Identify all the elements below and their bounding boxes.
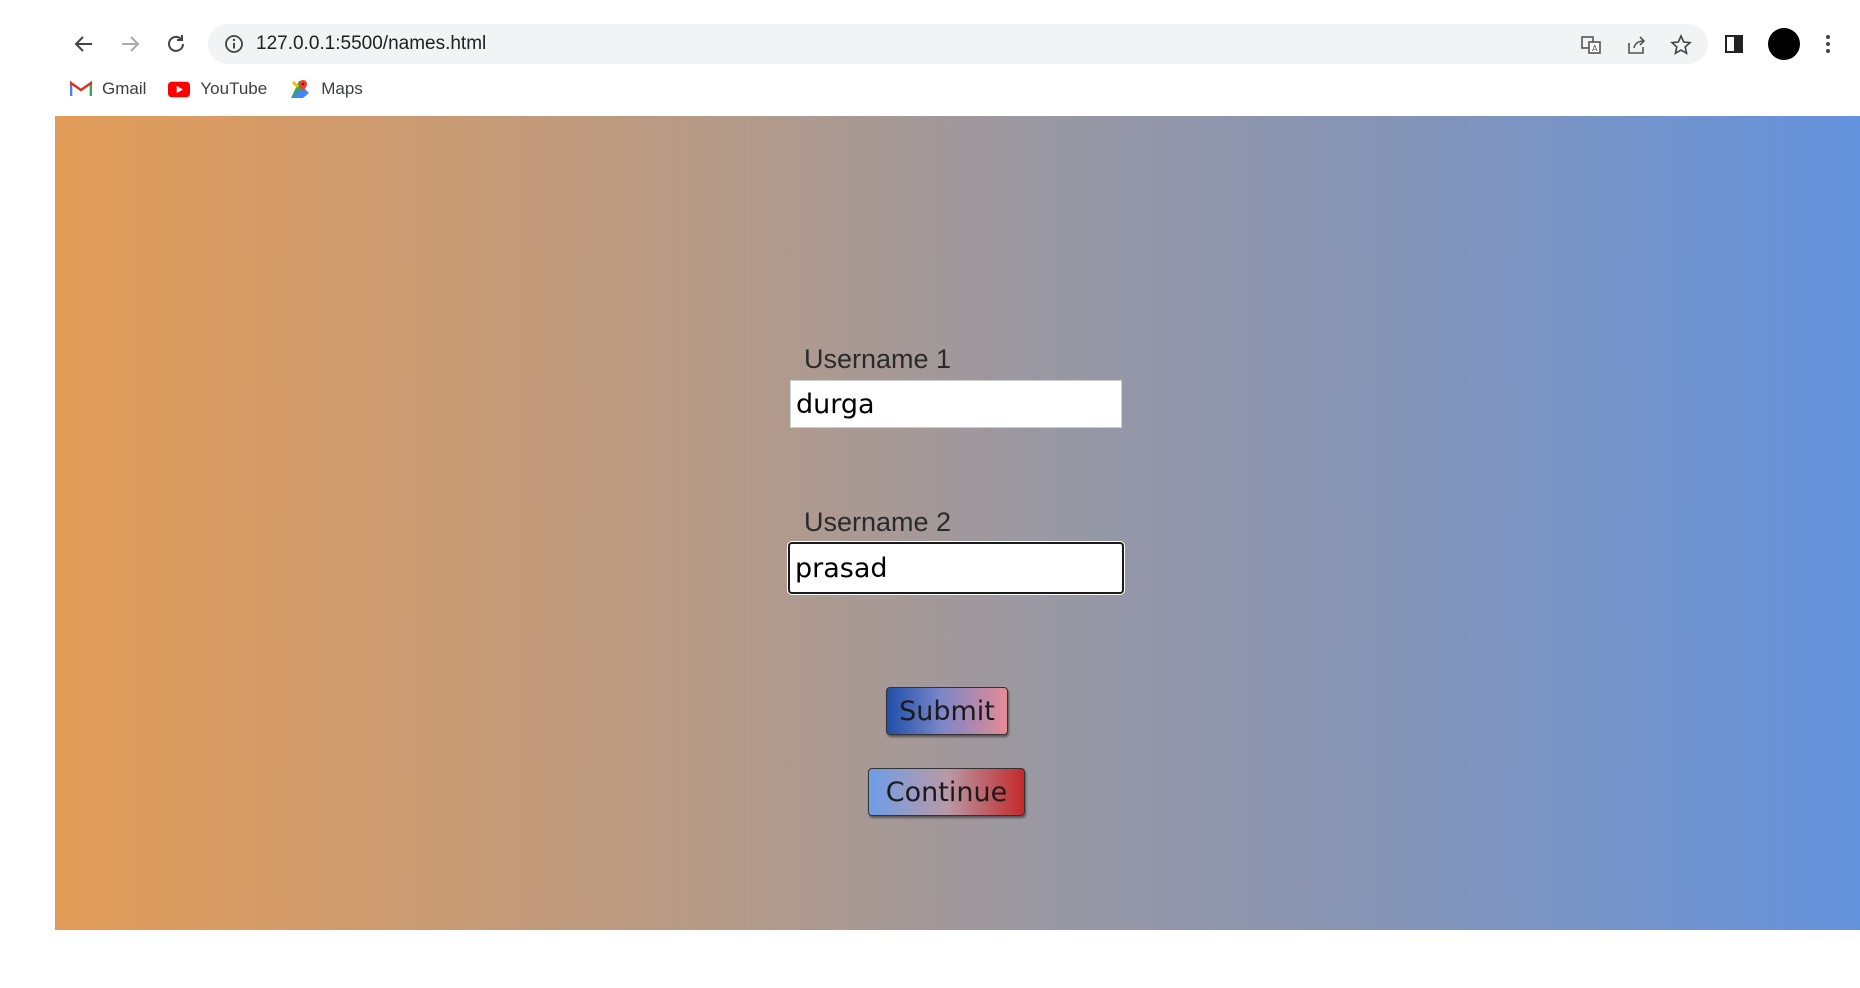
username2-label: Username 2 [804, 507, 952, 537]
bookmark-label: YouTube [200, 79, 268, 98]
url-text[interactable]: 127.0.0.1:5500/names.html [256, 34, 486, 54]
bookmark-youtube[interactable]: YouTube [168, 78, 267, 100]
bookmark-maps[interactable]: Maps [289, 78, 363, 100]
back-arrow-icon [74, 36, 92, 52]
address-bar[interactable]: 127.0.0.1:5500/names.html A [208, 24, 1708, 64]
side-panel-icon[interactable] [1718, 26, 1750, 62]
bookmark-gmail[interactable]: Gmail [70, 78, 146, 100]
continue-button[interactable]: Continue [868, 768, 1025, 816]
bookmarks-bar: Gmail YouTube Maps [70, 76, 385, 102]
profile-avatar[interactable] [1768, 28, 1800, 60]
bookmark-star-icon[interactable] [1670, 34, 1692, 56]
username1-label: Username 1 [804, 344, 952, 374]
page-content: Username 1 Username 2 Submit Continue [55, 116, 1860, 930]
youtube-icon [168, 78, 191, 100]
translate-icon[interactable]: A [1580, 34, 1602, 56]
menu-kebab-icon[interactable] [1812, 26, 1844, 62]
browser-chrome: 127.0.0.1:5500/names.html A Gmail YouTub… [0, 0, 1860, 116]
bookmark-label: Gmail [102, 79, 147, 98]
reload-icon [168, 35, 184, 52]
forward-arrow-icon [122, 36, 140, 52]
username2-input[interactable] [788, 542, 1124, 594]
bookmark-label: Maps [321, 79, 363, 98]
back-button[interactable] [66, 26, 102, 62]
submit-button[interactable]: Submit [886, 687, 1008, 735]
share-icon[interactable] [1625, 34, 1647, 56]
reload-button[interactable] [158, 26, 194, 62]
maps-icon [289, 78, 311, 100]
username1-input[interactable] [790, 380, 1122, 428]
site-info-icon[interactable] [224, 34, 244, 54]
forward-button[interactable] [112, 26, 148, 62]
gmail-icon [70, 78, 92, 100]
svg-text:A: A [1592, 44, 1598, 53]
